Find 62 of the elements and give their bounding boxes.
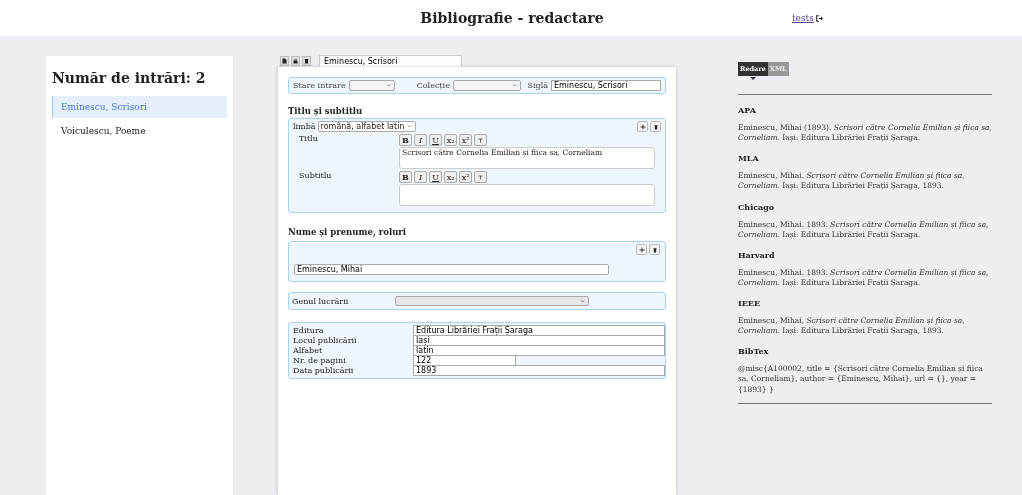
trash-icon[interactable] <box>302 56 311 66</box>
format-button[interactable]: x² <box>459 134 472 146</box>
detail-field[interactable]: 122 <box>413 355 516 366</box>
trash-icon <box>652 123 659 130</box>
detail-field[interactable]: 1893 <box>413 365 665 376</box>
delete-button[interactable] <box>649 244 660 255</box>
add-button[interactable] <box>637 121 648 132</box>
siglum-label: Siglă <box>527 81 548 90</box>
format-button[interactable]: x₂ <box>444 134 457 146</box>
trash-icon <box>651 246 658 253</box>
language-label: limbă <box>293 122 316 131</box>
detail-field[interactable]: Iași <box>413 335 665 346</box>
citation-style: Harvard <box>738 249 776 260</box>
field-label: Subtitlu <box>299 171 333 182</box>
format-button[interactable]: x₂ <box>444 171 457 183</box>
field-label: Locul publicării <box>293 336 358 345</box>
lock-icon[interactable] <box>291 56 300 66</box>
plus-icon <box>639 123 646 130</box>
format-button[interactable]: U <box>429 171 442 183</box>
format-button[interactable]: B <box>399 171 412 183</box>
new-icon[interactable] <box>280 56 289 66</box>
format-button[interactable]: B <box>399 134 412 146</box>
caret-icon <box>580 298 585 304</box>
citation-style: BibTex <box>738 346 770 357</box>
author-field[interactable]: Eminescu, Mihai <box>294 264 609 275</box>
field-label: Data publicării <box>293 366 355 375</box>
add-button[interactable] <box>636 244 647 255</box>
section-heading: Nume și prenume, roluri <box>288 227 408 237</box>
user-link[interactable]: tests <box>792 13 814 23</box>
clear-format-icon <box>478 174 483 180</box>
genre-label: Genul lucrării <box>292 296 350 306</box>
citation-style: MLA <box>738 153 760 164</box>
format-button[interactable]: I <box>414 134 427 146</box>
entry-item[interactable]: Voiculescu, Poeme <box>52 120 227 142</box>
plus-icon <box>638 246 645 253</box>
detail-field[interactable]: Editura Librăriei Frații Șaraga <box>413 325 665 336</box>
entry-item[interactable]: Eminescu, Scrisori <box>52 96 227 118</box>
field-label: Nr. de pagini <box>293 356 347 365</box>
citation-style: IEEE <box>738 298 762 308</box>
citation-style: Chicago <box>738 201 776 212</box>
detail-field[interactable]: latin <box>413 345 665 356</box>
entry-name-field[interactable]: Eminescu, Scrisori <box>319 54 462 68</box>
format-button[interactable]: I <box>414 171 427 183</box>
delete-button[interactable] <box>650 121 661 132</box>
clear-format-icon <box>478 137 483 143</box>
collection-label: Colecție <box>416 81 450 90</box>
section-heading: Titlu și subtitlu <box>288 106 364 116</box>
entries-count: Număr de intrări: 2 <box>52 70 207 86</box>
siglum-field[interactable]: Eminescu, Scrisori <box>551 80 661 91</box>
status-label: Stare intrare <box>293 81 346 90</box>
caret-icon <box>407 124 413 129</box>
page-title: Bibliografie - redactare <box>419 10 605 26</box>
field-label: Alfabet <box>293 346 324 355</box>
language-select[interactable]: română, alfabet latin <box>317 121 417 132</box>
logout-icon[interactable] <box>815 14 823 22</box>
format-button[interactable]: x² <box>459 171 472 183</box>
field-label: Editura <box>293 326 325 335</box>
caret-icon <box>511 83 517 88</box>
field-label: Titlu <box>299 134 319 145</box>
format-button[interactable]: U <box>429 134 442 146</box>
citation-style: APA <box>738 105 757 115</box>
caret-icon <box>385 83 391 88</box>
